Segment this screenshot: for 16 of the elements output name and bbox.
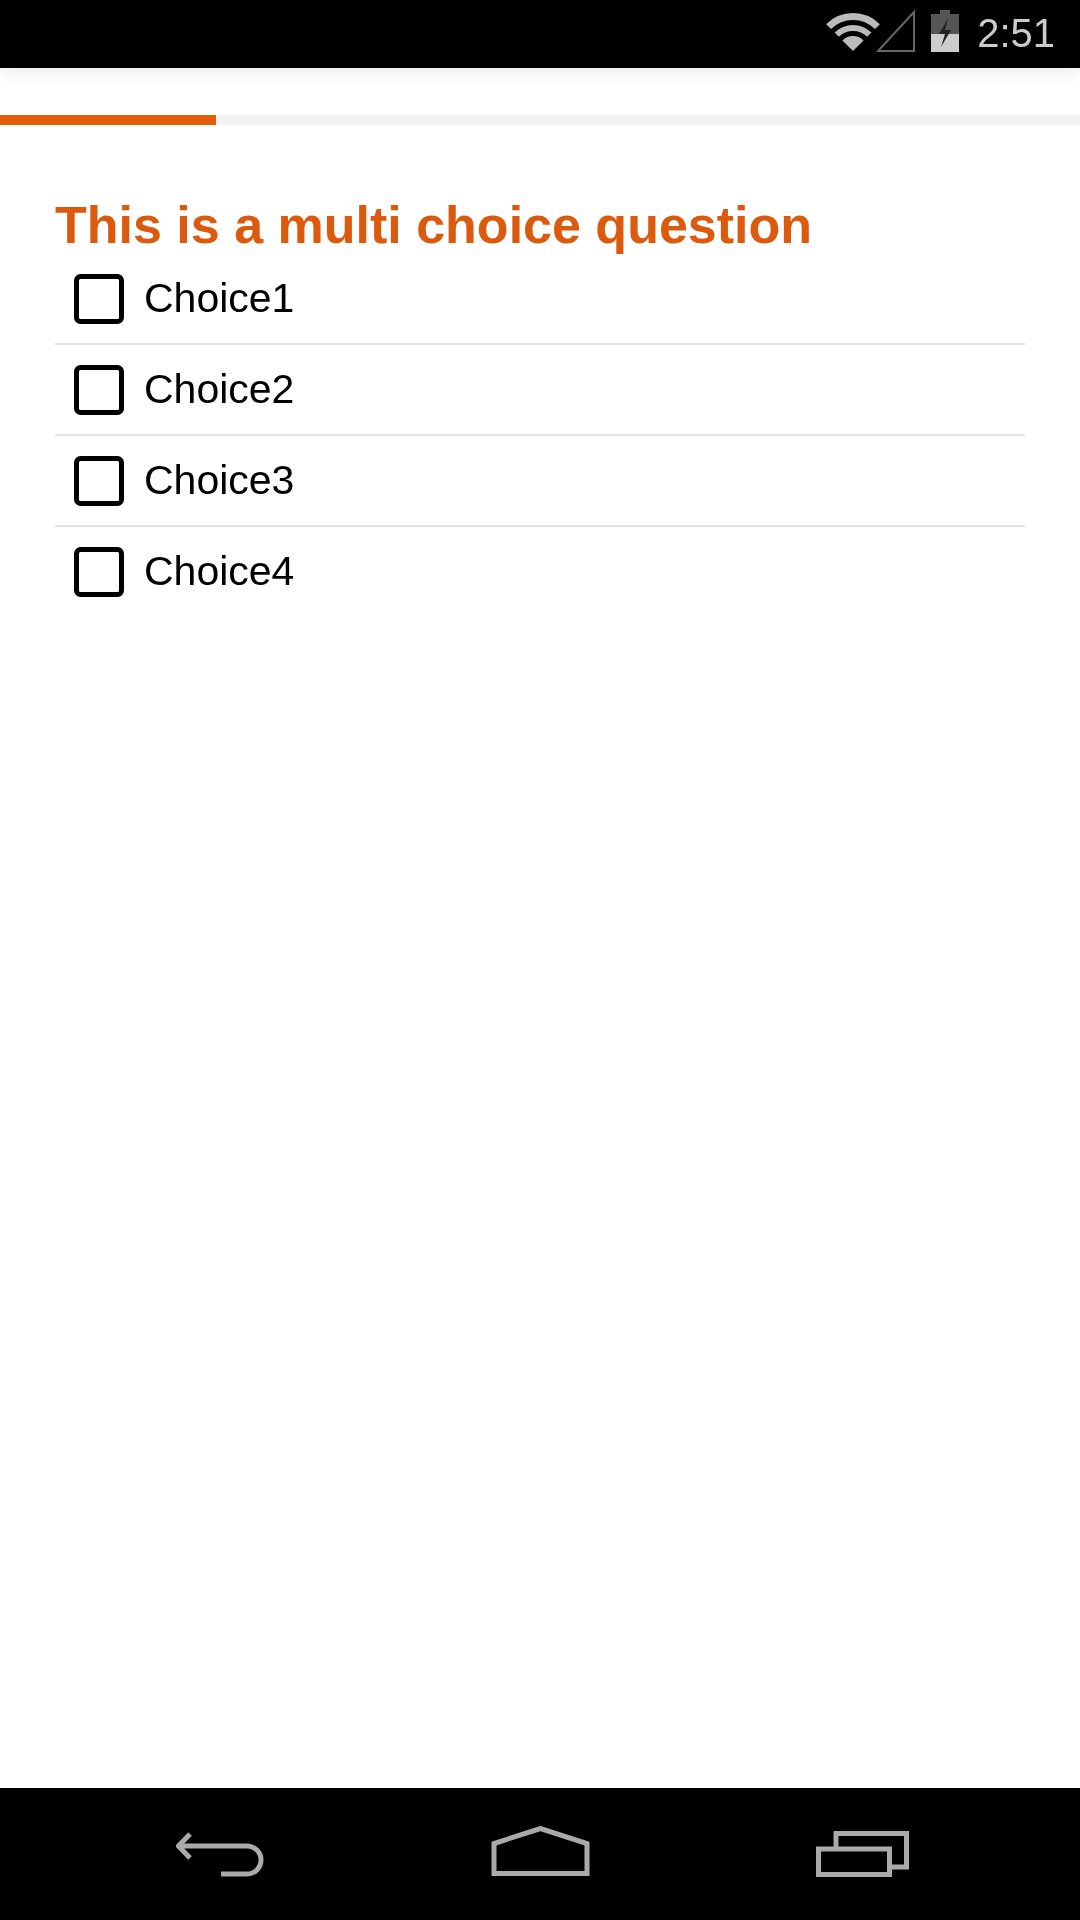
back-icon[interactable] [176,1831,265,1877]
wifi-icon [826,12,881,52]
checkbox[interactable] [74,455,124,506]
checkbox[interactable] [74,546,124,597]
checkbox[interactable] [74,273,124,324]
signal-icon [876,10,917,52]
battery-charging-icon [931,10,960,52]
choice-label[interactable]: Choice2 [144,366,295,413]
checkbox[interactable] [74,364,124,415]
question-title: This is a multi choice question [55,196,814,254]
choice-label[interactable]: Choice1 [144,275,295,322]
clock-time: 2:51 [977,12,1055,53]
home-icon[interactable] [491,1826,590,1876]
choice-label[interactable]: Choice3 [144,457,295,504]
choice-label[interactable]: Choice4 [144,548,295,595]
recent-apps-icon[interactable] [816,1831,909,1877]
